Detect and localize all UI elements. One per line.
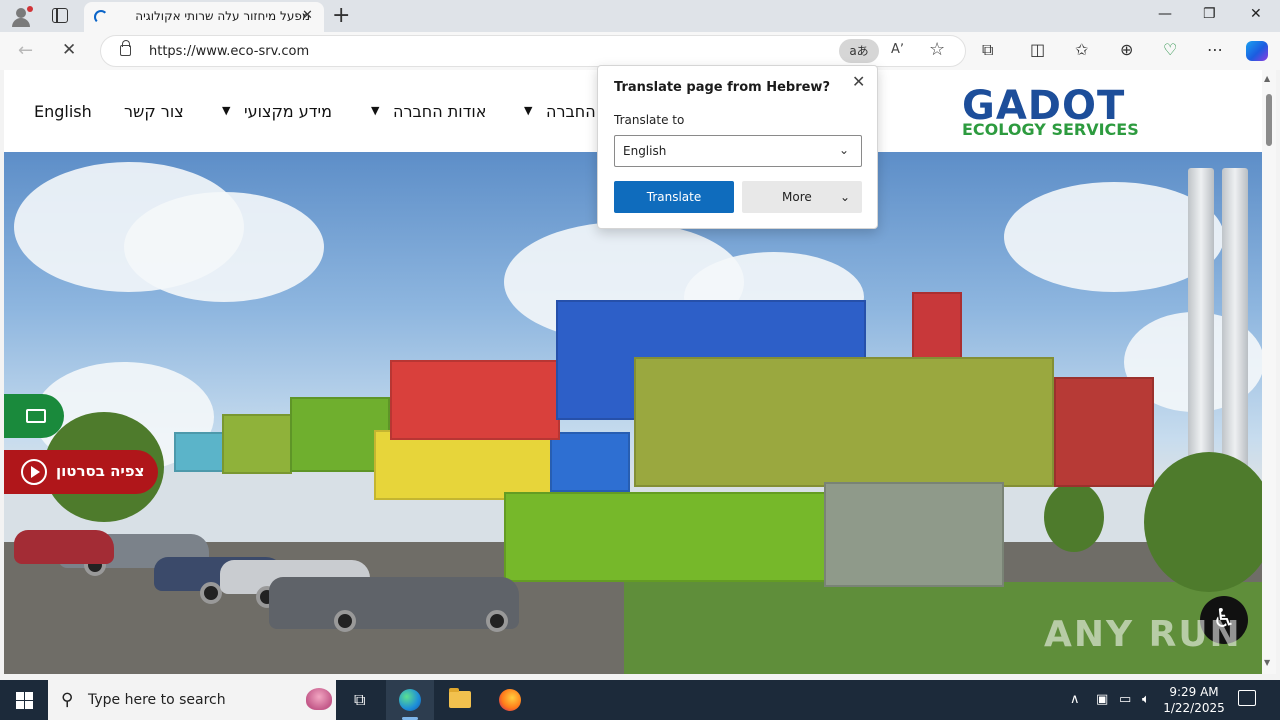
scrollbar-thumb[interactable]: [1266, 94, 1272, 146]
translate-button[interactable]: Translate: [614, 181, 734, 213]
search-placeholder: Type here to search: [88, 692, 226, 708]
page-scrollbar[interactable]: ▲ ▼: [1262, 70, 1276, 674]
translate-popup-title: Translate page from Hebrew?: [614, 80, 830, 95]
minimize-button[interactable]: —: [1158, 6, 1172, 22]
nav-about[interactable]: אודות החברה: [393, 102, 486, 121]
nav-company[interactable]: החברה: [546, 102, 596, 121]
close-window-button[interactable]: ✕: [1250, 6, 1262, 22]
more-icon[interactable]: ⋯: [1207, 40, 1223, 59]
more-button-label: More: [782, 190, 812, 204]
collections-icon[interactable]: ⊕: [1120, 40, 1133, 59]
edge-icon: [399, 689, 421, 711]
lock-icon[interactable]: [120, 40, 131, 56]
task-view-icon: ⧉: [354, 690, 366, 709]
extensions-icon[interactable]: ⧉: [982, 40, 993, 60]
task-view-button[interactable]: ⧉: [338, 680, 386, 720]
taskbar-search[interactable]: ⚲ Type here to search: [48, 680, 336, 720]
logo-subtext: ECOLOGY SERVICES: [962, 120, 1139, 139]
search-highlight-icon: [306, 688, 332, 710]
translate-to-label: Translate to: [614, 113, 685, 127]
scroll-down-icon[interactable]: ▼: [1264, 658, 1270, 667]
tab-title: מפעל מיחזור עלה שרותי אקולוגיה: [135, 9, 310, 23]
url-text[interactable]: https://www.eco-srv.com: [149, 44, 309, 59]
chevron-down-icon: ⌄: [840, 190, 851, 204]
nav-contact[interactable]: צור קשר: [124, 102, 184, 121]
chevron-up-icon[interactable]: ∧: [1070, 692, 1080, 707]
loading-spinner-icon: [94, 10, 108, 24]
language-select[interactable]: English ⌄: [614, 135, 862, 167]
contact-mail-button[interactable]: [4, 394, 64, 438]
tab-actions-icon[interactable]: [52, 8, 68, 23]
nav-professional-info[interactable]: מידע מקצועי: [244, 102, 332, 121]
firefox-icon: [499, 689, 521, 711]
nav-english[interactable]: English: [34, 102, 92, 121]
folder-icon: [449, 688, 471, 708]
chevron-down-icon[interactable]: ▼: [222, 104, 230, 117]
envelope-icon: [26, 409, 46, 423]
stop-loading-button[interactable]: ✕: [62, 40, 76, 60]
taskbar-firefox[interactable]: [486, 680, 534, 720]
chevron-down-icon[interactable]: ▼: [371, 104, 379, 117]
watermark: ANY RUN: [1044, 614, 1242, 655]
read-aloud-icon[interactable]: Aʼ: [891, 42, 904, 57]
restore-button[interactable]: ❐: [1203, 6, 1216, 22]
windows-start-icon[interactable]: [16, 692, 33, 709]
copilot-icon[interactable]: [1246, 41, 1268, 61]
taskbar-edge[interactable]: [386, 680, 434, 720]
taskbar-file-explorer[interactable]: [436, 680, 484, 720]
performance-icon[interactable]: ♡: [1163, 40, 1177, 59]
clock-time: 9:29 AM: [1169, 685, 1219, 699]
tab-bar: מפעל מיחזור עלה שרותי אקולוגיה ✕ + — ❐ ✕: [0, 0, 1280, 32]
more-button[interactable]: More ⌄: [742, 181, 862, 213]
selected-language: English: [623, 144, 667, 158]
close-icon[interactable]: ✕: [852, 72, 865, 91]
back-button[interactable]: ←: [18, 40, 33, 61]
favorite-star-icon[interactable]: ☆: [929, 39, 945, 60]
active-tab[interactable]: מפעל מיחזור עלה שרותי אקולוגיה ✕: [84, 2, 324, 32]
system-clock[interactable]: 9:29 AM 1/22/2025: [1162, 684, 1226, 716]
search-icon: ⚲: [61, 690, 74, 710]
new-tab-button[interactable]: +: [332, 3, 350, 28]
taskbar: ⚲ Type here to search ⧉ ∧ ▣ ▭ 🔈︎ 9:29 AM…: [0, 680, 1280, 720]
split-screen-icon[interactable]: ◫: [1030, 40, 1045, 59]
translate-icon[interactable]: aあ: [839, 39, 879, 63]
device-icon[interactable]: ▣: [1096, 692, 1108, 707]
translate-popup: Translate page from Hebrew? ✕ Translate …: [597, 65, 878, 229]
chevron-down-icon: ⌄: [839, 143, 850, 157]
network-icon[interactable]: ▭: [1119, 692, 1131, 707]
company-logo[interactable]: GADOT ECOLOGY SERVICES: [962, 84, 1152, 140]
notification-icon[interactable]: [1238, 690, 1256, 706]
play-icon: [21, 459, 47, 485]
clock-date: 1/22/2025: [1163, 701, 1225, 715]
watch-video-button[interactable]: צפיה בסרטון: [4, 450, 158, 494]
scroll-up-icon[interactable]: ▲: [1264, 74, 1270, 83]
favorites-icon[interactable]: ✩: [1075, 40, 1088, 59]
hero-image: צפיה בסרטון ♿ ANY RUN: [4, 152, 1262, 674]
profile-icon[interactable]: [8, 4, 34, 28]
volume-icon[interactable]: 🔈︎: [1142, 692, 1150, 707]
chevron-down-icon[interactable]: ▼: [524, 104, 532, 117]
watch-video-label: צפיה בסרטון: [56, 462, 145, 480]
address-bar[interactable]: https://www.eco-srv.com aあ Aʼ ☆: [100, 35, 966, 67]
close-tab-icon[interactable]: ✕: [302, 8, 313, 23]
